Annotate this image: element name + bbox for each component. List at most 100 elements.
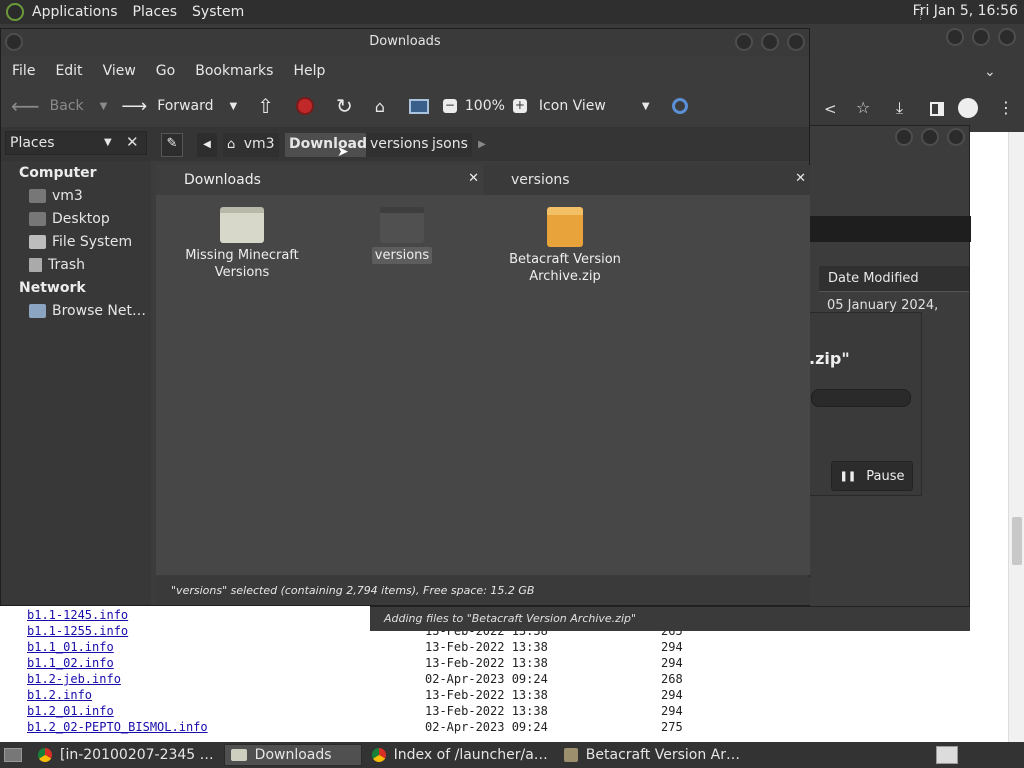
file-link[interactable]: b1.2_02-PEPTO_BISMOL.info <box>27 720 425 736</box>
pane2-close-icon[interactable]: ✕ <box>795 171 806 186</box>
applications-menu[interactable]: Applications <box>32 4 118 20</box>
menu-bookmarks[interactable]: Bookmarks <box>195 63 273 79</box>
file-item-name: Missing Minecraft <box>185 248 299 263</box>
breadcrumb-versions[interactable]: versions <box>366 133 433 157</box>
taskbar-item-browser-1[interactable]: [in-20100207-2345 … <box>32 744 220 766</box>
scrollbar-thumb[interactable] <box>1012 517 1022 565</box>
file-link[interactable]: b1.1_01.info <box>27 640 425 656</box>
browser-close-button[interactable] <box>998 28 1016 46</box>
progress-bar <box>811 389 911 407</box>
view-mode-label: Icon View <box>538 98 606 114</box>
breadcrumb-jsons-label: jsons <box>432 136 468 152</box>
profile-avatar[interactable] <box>958 98 978 118</box>
file-item-folder[interactable]: Missing Minecraft Versions <box>183 207 301 281</box>
file-item-folder-selected[interactable]: versions <box>367 207 437 264</box>
window-title: Downloads <box>369 34 441 49</box>
path-back-arrow-icon[interactable]: ◀ <box>197 133 217 157</box>
status-bar: "versions" selected (containing 2,794 it… <box>156 577 810 605</box>
listing-row: b1.1_01.info 13-Feb-2022 13:38 294 <box>27 640 727 656</box>
listing-row: b1.2_01.info 13-Feb-2022 13:38 294 <box>27 704 727 720</box>
taskbar-item-downloads[interactable]: Downloads <box>223 744 362 766</box>
file-link[interactable]: b1.2.info <box>27 688 425 704</box>
sidepanel-icon[interactable] <box>930 102 944 116</box>
date-modified-column-header[interactable]: Date Modified <box>819 266 969 292</box>
menu-view[interactable]: View <box>103 63 136 79</box>
sidebar-item-browse-network[interactable]: Browse Net… <box>29 303 146 319</box>
menu-edit[interactable]: Edit <box>55 63 82 79</box>
desktop-icon <box>29 212 46 226</box>
sidebar-item-vm3[interactable]: vm3 <box>29 188 83 204</box>
computer-icon[interactable] <box>408 98 429 114</box>
file-link[interactable]: b1.1-1245.info <box>27 608 425 624</box>
file-link[interactable]: b1.1-1255.info <box>27 624 425 640</box>
sidebar-item-desktop[interactable]: Desktop <box>29 211 110 227</box>
forward-dropdown-icon[interactable]: ▼ <box>230 101 238 112</box>
archive-icon <box>547 207 583 247</box>
zoom-in-icon[interactable]: + <box>512 99 527 113</box>
pane-title-downloads[interactable]: Downloads ✕ <box>156 165 483 195</box>
view-mode-select[interactable]: Icon View ▼ <box>539 98 650 114</box>
pane-title-versions[interactable]: versions ✕ <box>484 165 810 195</box>
zoom-level[interactable]: 100% <box>465 98 505 114</box>
browser-maximize-button[interactable] <box>972 28 990 46</box>
taskbar-item-archive[interactable]: Betacraft Version Ar… <box>558 744 746 766</box>
pane2-title-label: versions <box>511 172 570 188</box>
window-menu-button[interactable] <box>5 33 23 51</box>
sidebar-item-file-system[interactable]: File System <box>29 234 132 250</box>
reload-icon[interactable]: ↻ <box>336 94 353 118</box>
forward-button[interactable]: ⟶ Forward ▼ <box>121 96 237 117</box>
sidebar-close-icon[interactable]: ✕ <box>126 133 139 151</box>
maximize-button[interactable] <box>761 33 779 51</box>
archive-maximize-button[interactable] <box>921 128 939 146</box>
close-button[interactable] <box>787 33 805 51</box>
up-arrow-icon[interactable]: ⇧ <box>257 94 274 118</box>
archive-minimize-button[interactable] <box>895 128 913 146</box>
menu-file[interactable]: File <box>12 63 35 79</box>
browser-scrollbar[interactable] <box>1008 132 1024 742</box>
breadcrumb-jsons[interactable]: jsons <box>428 133 472 157</box>
chevron-down-icon[interactable]: ⌄ <box>984 64 996 80</box>
stop-icon[interactable] <box>295 97 314 115</box>
edit-location-icon[interactable]: ✎ <box>161 133 183 157</box>
file-item-name-line2: Versions <box>214 265 270 280</box>
archive-close-button[interactable] <box>947 128 965 146</box>
minimize-button[interactable] <box>735 33 753 51</box>
workspace-switcher[interactable] <box>936 746 958 764</box>
sidebar-item-trash[interactable]: Trash <box>29 257 85 273</box>
mate-logo-icon[interactable] <box>6 3 24 21</box>
mouse-cursor: ➤ <box>337 144 349 160</box>
file-date: 13-Feb-2022 13:38 <box>425 704 548 718</box>
pane-close-icon[interactable]: ✕ <box>468 171 479 186</box>
trash-icon <box>29 258 42 272</box>
back-button[interactable]: ⟵ Back ▼ <box>11 94 107 118</box>
zoom-out-icon[interactable]: − <box>442 99 457 113</box>
menu-help[interactable]: Help <box>293 63 325 79</box>
home-icon[interactable]: ⌂ <box>375 97 385 116</box>
share-icon[interactable]: < <box>824 100 837 118</box>
back-dropdown-icon[interactable]: ▼ <box>100 101 108 112</box>
search-icon[interactable] <box>671 98 688 114</box>
taskbar-item-browser-2[interactable]: Index of /launcher/a… <box>366 744 554 766</box>
clock[interactable]: Fri Jan 5, 16:56 <box>913 3 1018 19</box>
download-icon[interactable]: ⤓ <box>896 98 903 118</box>
show-desktop-icon[interactable] <box>4 748 22 762</box>
breadcrumb-vm3[interactable]: ⌂ vm3 <box>223 133 279 157</box>
pause-button[interactable]: ❚❚ Pause <box>831 461 913 491</box>
bookmark-star-icon[interactable]: ☆ <box>856 98 870 117</box>
file-link[interactable]: b1.2_01.info <box>27 704 425 720</box>
toolbar: ⟵ Back ▼ ⟶ Forward ▼ ⇧ ↻ ⌂ − 100% + Icon… <box>1 87 809 125</box>
file-item-archive[interactable]: Betacraft Version Archive.zip <box>506 207 624 285</box>
kebab-menu-icon[interactable]: ⋮ <box>998 98 1014 117</box>
window-titlebar[interactable]: Downloads <box>1 29 809 57</box>
places-menu[interactable]: Places <box>133 4 178 20</box>
system-menu[interactable]: System <box>192 4 244 20</box>
forward-label: Forward <box>157 98 214 114</box>
file-link[interactable]: b1.1_02.info <box>27 656 425 672</box>
sidebar-item-file-system-label: File System <box>52 234 133 250</box>
path-forward-arrow-icon[interactable]: ▶ <box>473 133 491 157</box>
browser-minimize-button[interactable] <box>946 28 964 46</box>
file-link[interactable]: b1.2-jeb.info <box>27 672 425 688</box>
sidebar-selector-label: Places <box>10 135 55 151</box>
menu-go[interactable]: Go <box>156 63 175 79</box>
pause-icon: ❚❚ <box>839 470 857 482</box>
